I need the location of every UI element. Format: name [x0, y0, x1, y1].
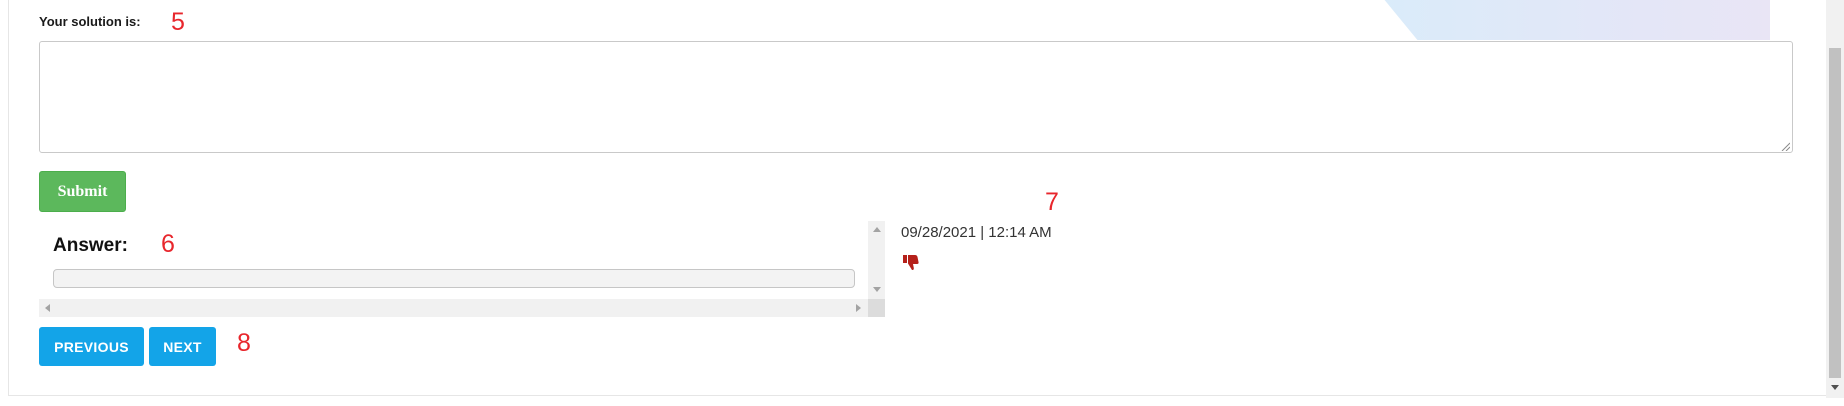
scroll-right-arrow-icon[interactable]: [856, 304, 861, 312]
decorative-gradient: [1384, 0, 1770, 40]
page-scrollbar[interactable]: [1826, 0, 1844, 398]
answer-heading: Answer:: [53, 235, 128, 256]
solution-label: Your solution is:: [39, 14, 141, 29]
page-scroll-down-icon[interactable]: [1831, 385, 1839, 390]
annotation-marker-6: 6: [161, 230, 175, 258]
panel-left-border: [8, 0, 9, 396]
thumbs-down-icon[interactable]: [902, 253, 920, 271]
annotation-marker-5: 5: [171, 8, 185, 36]
panel-bottom-border: [8, 395, 1826, 396]
answer-vertical-scrollbar[interactable]: [868, 221, 885, 299]
page: Your solution is: 5 Submit Answer: 6 7 0…: [0, 0, 1844, 406]
submission-timestamp: 09/28/2021 | 12:14 AM: [901, 224, 1052, 241]
annotation-marker-8: 8: [237, 329, 251, 357]
page-scrollbar-thumb[interactable]: [1829, 48, 1841, 378]
solution-textarea[interactable]: [39, 41, 1793, 153]
submit-button[interactable]: Submit: [39, 171, 126, 212]
scrollbar-corner: [868, 299, 885, 317]
scroll-up-arrow-icon[interactable]: [873, 227, 881, 232]
scroll-down-arrow-icon[interactable]: [873, 287, 881, 292]
resize-grip-icon[interactable]: [1780, 141, 1790, 151]
scroll-left-arrow-icon[interactable]: [45, 304, 50, 312]
answer-horizontal-scrollbar[interactable]: [39, 299, 885, 317]
annotation-marker-7: 7: [1045, 188, 1059, 216]
next-button[interactable]: NEXT: [149, 327, 216, 366]
answer-field: [53, 269, 855, 288]
previous-button[interactable]: PREVIOUS: [39, 327, 144, 366]
